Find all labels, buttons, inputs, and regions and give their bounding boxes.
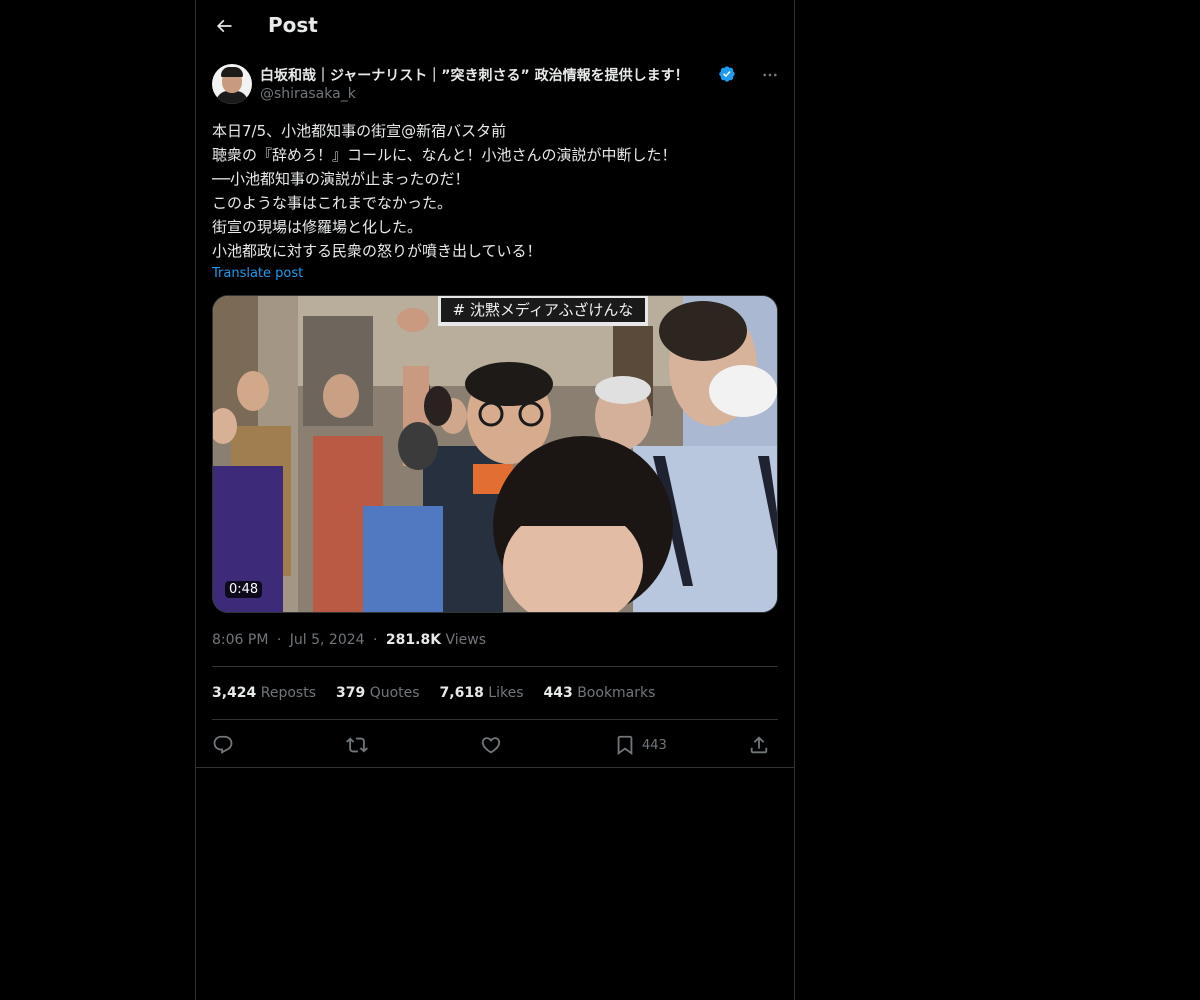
like-button[interactable] [480,731,502,759]
divider [212,719,778,720]
meta-separator: · [276,632,282,648]
reposts-stat[interactable]: 3,424 Reposts [212,685,316,701]
video-duration-badge: 0:48 [225,581,263,598]
quotes-label: Quotes [369,685,420,701]
post-text-line: ──小池都知事の演説が止まったのだ！ [212,170,470,188]
post-meta: 8:06 PM · Jul 5, 2024 · 281.8K Views [212,632,486,648]
post-time[interactable]: 8:06 PM [212,632,268,648]
arrow-left-icon [216,19,232,33]
reposts-count: 3,424 [212,685,257,701]
avatar[interactable] [212,64,252,104]
quotes-stat[interactable]: 379 Quotes [336,685,420,701]
post-date[interactable]: Jul 5, 2024 [290,632,365,648]
post-header: Post [196,0,794,54]
bookmarks-count: 443 [543,685,573,701]
divider [212,666,778,667]
post-stats: 3,424 Reposts 379 Quotes 7,618 Likes 443… [212,685,655,701]
repost-icon [346,737,368,753]
post-author: 白坂和哉｜ジャーナリスト｜”突き刺さる” 政治情報を提供します！ @shiras… [212,64,778,108]
video-player[interactable]: # 沈黙メディアふざけんな [212,295,778,613]
author-handle[interactable]: @shirasaka_k [260,86,356,102]
post-text-line: 聴衆の『辞めろ！』コールに、なんと！小池さんの演説が中断した！ [212,146,677,164]
author-name[interactable]: 白坂和哉｜ジャーナリスト｜”突き刺さる” 政治情報を提供します！ [260,65,689,85]
more-options-button[interactable] [758,64,782,86]
reply-icon [213,735,233,754]
heart-icon [481,737,501,754]
reposts-label: Reposts [260,685,316,701]
share-button[interactable] [748,731,770,759]
post-column: Post 白坂和哉｜ジャーナリスト｜”突き刺さる” 政治情報を提供します！ @s… [195,0,795,1000]
post-text-line: このような事はこれまでなかった。 [212,194,453,212]
more-dots-icon [763,73,777,77]
post-text-line: 街宣の現場は修羅場と化した。 [212,218,423,236]
action-bar: 443 [212,731,778,759]
share-icon [750,736,768,754]
bookmark-count: 443 [642,737,667,753]
post-text-line: 小池都政に対する民衆の怒りが噴き出している！ [212,242,542,260]
views-count: 281.8K [385,632,442,648]
likes-label: Likes [488,685,524,701]
post-bottom-border [196,767,794,768]
views-label: Views [445,632,487,648]
bookmark-button[interactable]: 443 [614,731,667,759]
bookmark-icon [617,735,633,756]
quotes-count: 379 [336,685,366,701]
page-title: Post [268,13,318,37]
repost-button[interactable] [346,731,368,759]
back-button[interactable] [210,12,238,40]
verified-badge-icon[interactable] [718,65,736,83]
likes-count: 7,618 [439,685,484,701]
translate-post-link[interactable]: Translate post [212,266,303,281]
bookmarks-stat[interactable]: 443 Bookmarks [544,685,656,701]
reply-button[interactable] [212,731,234,759]
post-text: 本日7/5、小池都知事の街宣@新宿バスタ前 聴衆の『辞めろ！』コールに、なんと！… [212,119,778,263]
video-frame: # 沈黙メディアふざけんな [213,296,777,612]
bookmarks-label: Bookmarks [577,685,656,701]
meta-separator: · [373,632,378,648]
post-text-line: 本日7/5、小池都知事の街宣@新宿バスタ前 [212,122,507,140]
likes-stat[interactable]: 7,618 Likes [440,685,524,701]
